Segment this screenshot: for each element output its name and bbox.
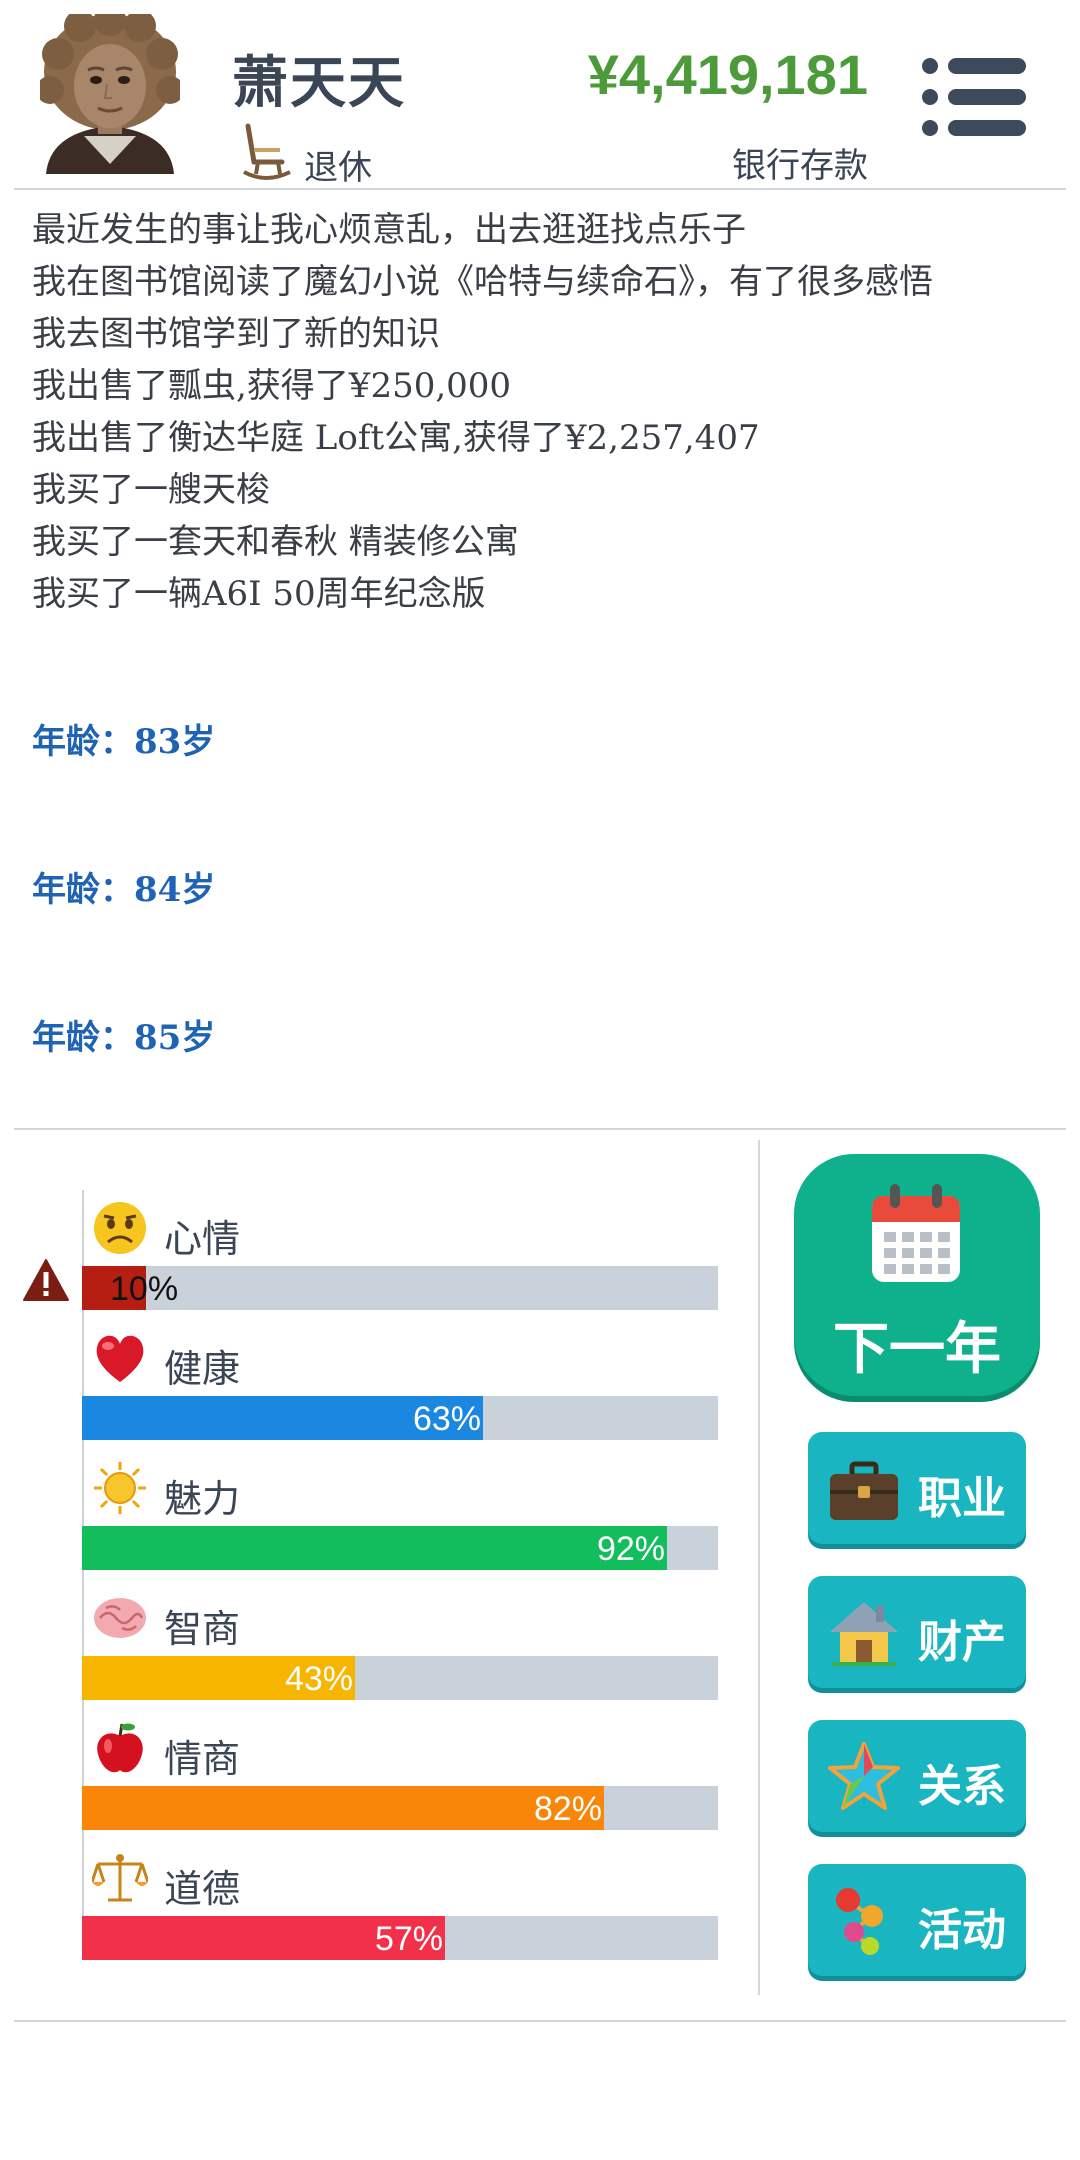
log-entry: 我买了一辆A6I 50周年纪念版 bbox=[32, 574, 486, 614]
activities-label: 活动 bbox=[918, 1906, 1006, 1955]
stat-percent: 57% bbox=[374, 1920, 443, 1958]
bottom-divider bbox=[14, 2020, 1066, 2022]
log-divider bbox=[14, 1128, 1066, 1130]
stat-label: 健康 bbox=[164, 1349, 241, 1391]
avatar[interactable] bbox=[40, 14, 180, 174]
log-entry: 我出售了瓢虫,获得了¥250,000 bbox=[32, 366, 512, 406]
log-entry: 最近发生的事让我心烦意乱，出去逛逛找点乐子 bbox=[32, 210, 746, 250]
bank-balance-label: 银行存款 bbox=[732, 147, 868, 185]
property-button[interactable]: 财产 bbox=[808, 1576, 1026, 1688]
log-entry: 我买了一套天和春秋 精装修公寓 bbox=[32, 522, 519, 562]
bank-balance: ¥4,419,181 bbox=[587, 43, 868, 106]
stat-label: 魅力 bbox=[164, 1479, 241, 1521]
stat-percent: 92% bbox=[596, 1530, 665, 1568]
stat-row: 情商 82% bbox=[82, 1720, 718, 1850]
calendar-icon bbox=[872, 1184, 960, 1282]
event-log[interactable]: 最近发生的事让我心烦意乱，出去逛逛找点乐子 我在图书馆阅读了魔幻小说《哈特与续命… bbox=[32, 204, 1048, 1124]
menu-button[interactable] bbox=[922, 56, 1026, 138]
scales-icon bbox=[92, 1854, 148, 1902]
sad-face-icon bbox=[94, 1202, 146, 1254]
sun-icon bbox=[94, 1462, 146, 1514]
next-year-label: 下一年 bbox=[833, 1317, 1001, 1380]
player-name: 萧天天 bbox=[232, 51, 406, 114]
panel-separator bbox=[758, 1140, 760, 1995]
stat-row: 健康 63% bbox=[82, 1330, 718, 1460]
stat-percent: 82% bbox=[533, 1790, 602, 1828]
stat-percent: 43% bbox=[284, 1660, 353, 1698]
log-entry: 我买了一艘天梭 bbox=[32, 470, 270, 510]
age-heading: 年龄：85岁 bbox=[32, 1018, 216, 1058]
briefcase-icon bbox=[830, 1461, 898, 1520]
brain-icon bbox=[94, 1598, 146, 1638]
stats-panel: 心情 10% 健康 63% 魅力 92% 智商 43% 情商 82% 道德 57% bbox=[0, 1140, 760, 2000]
log-entry: 我出售了衡达华庭 Loft公寓,获得了¥2,257,407 bbox=[32, 418, 760, 458]
stat-label: 道德 bbox=[164, 1869, 241, 1911]
status-text: 退休 bbox=[304, 149, 372, 187]
warning-icon bbox=[23, 1259, 69, 1301]
relations-label: 关系 bbox=[918, 1762, 1006, 1811]
age-heading: 年龄：83岁 bbox=[32, 722, 216, 762]
stat-bar-fill bbox=[82, 1526, 667, 1570]
property-label: 财产 bbox=[918, 1618, 1006, 1667]
stat-bar-track: 10% bbox=[82, 1266, 718, 1310]
stat-percent: 10% bbox=[110, 1270, 179, 1308]
next-year-button[interactable]: 下一年 bbox=[794, 1154, 1040, 1396]
stat-bar-track: 92% bbox=[82, 1526, 718, 1570]
header-divider bbox=[14, 188, 1066, 190]
stat-label: 心情 bbox=[164, 1219, 241, 1261]
heart-icon bbox=[96, 1335, 144, 1382]
stat-bar-track: 43% bbox=[82, 1656, 718, 1700]
stat-row: 心情 10% bbox=[82, 1200, 718, 1330]
activities-button[interactable]: 活动 bbox=[808, 1864, 1026, 1976]
relations-button[interactable]: 关系 bbox=[808, 1720, 1026, 1832]
stat-row: 魅力 92% bbox=[82, 1460, 718, 1590]
career-label: 职业 bbox=[918, 1474, 1006, 1523]
stat-bar-track: 57% bbox=[82, 1916, 718, 1960]
age-heading: 年龄：84岁 bbox=[32, 870, 216, 910]
career-button[interactable]: 职业 bbox=[808, 1432, 1026, 1544]
stat-label: 情商 bbox=[164, 1739, 241, 1781]
header: 萧天天 退休 ¥4,419,181 银行存款 bbox=[0, 0, 1080, 190]
log-entry: 我去图书馆学到了新的知识 bbox=[32, 314, 440, 354]
activities-icon bbox=[836, 1888, 883, 1955]
stat-label: 智商 bbox=[164, 1609, 241, 1651]
stat-bar-track: 82% bbox=[82, 1786, 718, 1830]
stat-bar-fill bbox=[82, 1786, 604, 1830]
stat-row: 道德 57% bbox=[82, 1850, 718, 1980]
star-icon bbox=[828, 1742, 900, 1810]
stat-bar-track: 63% bbox=[82, 1396, 718, 1440]
stat-row: 智商 43% bbox=[82, 1590, 718, 1720]
rocking-chair-icon bbox=[243, 123, 291, 180]
log-entry: 我在图书馆阅读了魔幻小说《哈特与续命石》，有了很多感悟 bbox=[32, 262, 933, 302]
stat-percent: 63% bbox=[412, 1400, 481, 1438]
house-icon bbox=[830, 1602, 898, 1666]
apple-icon bbox=[97, 1723, 143, 1773]
